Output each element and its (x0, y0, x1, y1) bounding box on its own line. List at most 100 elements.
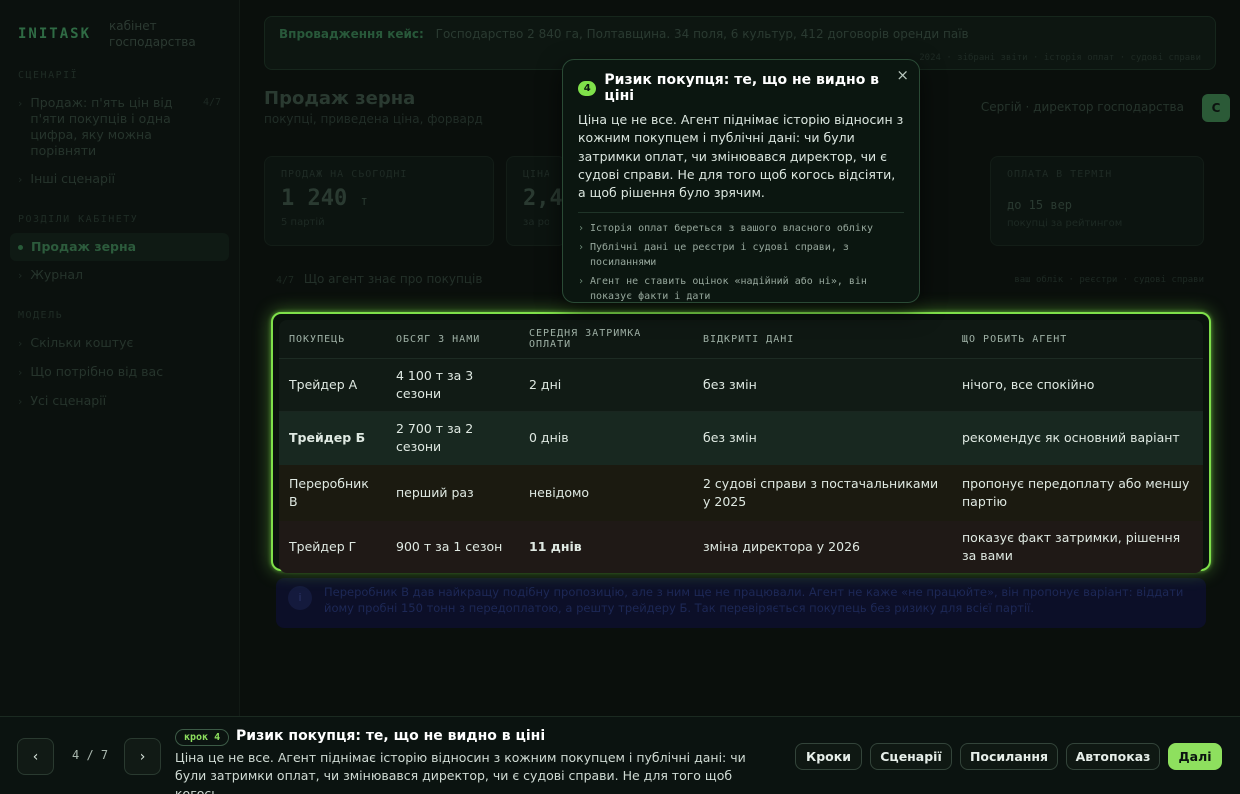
step-counter: 4 / 7 (72, 748, 109, 762)
chevron-right-icon: › (18, 97, 23, 110)
sidebar-item-sale-story[interactable]: › Продаж: п'ять цін від п'яти покупців і… (0, 89, 239, 165)
table-cell-agent-action: нічого, все спокійно (952, 358, 1203, 412)
logo: INITASK (18, 26, 92, 42)
brand-subtitle: кабінет господарства (109, 19, 196, 49)
autoplay-button[interactable]: Автопоказ (1066, 743, 1160, 770)
step-label-badge: крок 4 (175, 729, 230, 746)
step-title: Ризик покупця: те, що не видно в ціні (236, 728, 546, 744)
list-item: Публічні дані це реєстри і судові справи… (578, 240, 904, 270)
chevron-right-icon: › (18, 269, 23, 282)
sidebar: INITASK кабінет господарства СЦЕНАРІЇ › … (0, 0, 240, 716)
banner-text: Господарство 2 840 га, Полтавщина. 34 по… (435, 27, 969, 41)
table-cell-buyer: Трейдер А (279, 358, 386, 412)
table-cell-delay: 2 дні (519, 358, 693, 412)
next-step-arrow-button[interactable]: › (124, 738, 161, 775)
banner-label: Впровадження кейс: (279, 27, 424, 41)
sidebar-item-journal[interactable]: › Журнал (0, 261, 239, 290)
stat-value: 1 240 т (281, 186, 368, 211)
sidebar-item-all[interactable]: › Усі сценарії (0, 387, 239, 416)
page-subtitle: покупці, приведена ціна, форвард (264, 112, 483, 126)
sidebar-section-model: МОДЕЛЬ (18, 310, 64, 321)
table-cell-volume: 2 700 т за 2 сезони (386, 411, 519, 465)
table-cell-public-data: зміна директора у 2026 (693, 520, 952, 573)
banner-tags: 2024 · зібрані звіти · історія оплат · с… (919, 53, 1201, 63)
stat-note: 5 партій (281, 217, 325, 228)
tour-popover: 4 Ризик покупця: те, що не видно в ціні … (562, 59, 920, 303)
sidebar-section-cabinet: РОЗДІЛИ КАБІНЕТУ (18, 214, 139, 225)
chevron-right-icon: › (18, 395, 23, 408)
divider (578, 212, 904, 214)
avatar[interactable]: С (1202, 94, 1230, 122)
close-icon[interactable]: × (896, 66, 909, 84)
table-cell-buyer: Трейдер Б (279, 411, 386, 465)
stat-note: покупці за рейтингом (1007, 218, 1123, 229)
table-cell-agent-action: показує факт затримки, рішення за вами (952, 520, 1203, 573)
section-title: Що агент знає про покупців (303, 272, 483, 286)
links-button[interactable]: Посилання (960, 743, 1058, 770)
table-cell-agent-action: рекомендує як основний варіант (952, 411, 1203, 465)
stat-label: ПРОДАЖ НА СЬОГОДНІ (281, 169, 408, 180)
steps-button[interactable]: Кроки (795, 743, 862, 770)
sidebar-item-label: Скільки коштує (30, 335, 134, 350)
table-row[interactable]: Переробник В перший раз невідомо 2 судов… (279, 464, 1203, 521)
chevron-left-icon: ‹ (32, 748, 39, 765)
table-cell-delay: невідомо (519, 464, 693, 521)
sidebar-item-label: Продаж: п'ять цін від п'яти покупців і о… (30, 95, 173, 158)
sidebar-item-cost[interactable]: › Скільки коштує (0, 329, 239, 358)
info-icon: i (288, 586, 312, 610)
table-cell-buyer: Переробник В (279, 464, 386, 521)
chevron-right-icon: › (18, 337, 23, 350)
sidebar-item-needs[interactable]: › Що потрібно від вас (0, 358, 239, 387)
column-header: ВІДКРИТІ ДАНІ (693, 320, 952, 359)
sidebar-item-other[interactable]: › Інші сценарії (0, 165, 239, 194)
stat-card-payment: ОПЛАТА В ТЕРМІН до 15 вер покупці за рей… (990, 156, 1204, 246)
sidebar-item-label: Інші сценарії (30, 171, 115, 186)
stat-value: 2,4 (523, 186, 563, 211)
scenarios-button[interactable]: Сценарії (870, 743, 952, 770)
table-cell-volume: 4 100 т за 3 сезони (386, 358, 519, 412)
stat-card-price: ЦІНА 2,4 за розрахунком агента (506, 156, 566, 246)
table-row[interactable]: Трейдер А 4 100 т за 3 сезони 2 дні без … (279, 358, 1203, 412)
note-text: Переробник В дав найкращу подібну пропоз… (324, 585, 1184, 615)
chevron-right-icon: › (18, 173, 23, 186)
next-button[interactable]: Далі (1168, 743, 1222, 770)
list-item: Агент не ставить оцінок «надійний або ні… (578, 274, 904, 304)
prev-step-button[interactable]: ‹ (17, 738, 54, 775)
table-cell-buyer: Трейдер Г (279, 520, 386, 573)
column-header: СЕРЕДНЯ ЗАТРИМКА ОПЛАТИ (519, 320, 693, 359)
step-number-badge: 4 (578, 80, 597, 96)
table-cell-agent-action: пропонує передоплату або меншу партію (952, 464, 1203, 521)
column-header: ПОКУПЕЦЬ (279, 320, 386, 359)
stat-value: до 15 вер (1007, 198, 1073, 212)
table-header-row: ПОКУПЕЦЬ ОБСЯГ З НАМИ СЕРЕДНЯ ЗАТРИМКА О… (279, 320, 1203, 359)
page-title: Продаж зерна (264, 88, 416, 109)
sidebar-item-label: Продаж зерна (31, 239, 137, 254)
table-cell-volume: 900 т за 1 сезон (386, 520, 519, 573)
popover-title: Ризик покупця: те, що не видно в ціні (604, 72, 880, 104)
brand: INITASK кабінет господарства (0, 18, 239, 50)
table-cell-public-data: без змін (693, 411, 952, 465)
column-header: ЩО РОБИТЬ АГЕНТ (952, 320, 1203, 359)
list-item: Історія оплат береться з вашого власного… (578, 221, 904, 236)
table-cell-delay: 11 днів (519, 520, 693, 573)
tour-bottom-bar: ‹ 4 / 7 › крок 4 Ризик покупця: те, що н… (0, 716, 1240, 794)
table-cell-volume: перший раз (386, 464, 519, 521)
sidebar-item-count: 4/7 (202, 97, 221, 108)
sidebar-item-grain-sale[interactable]: Продаж зерна (10, 233, 229, 261)
active-dot-icon (18, 245, 23, 250)
stat-card-sales: ПРОДАЖ НА СЬОГОДНІ 1 240 т 5 партій (264, 156, 494, 246)
popover-text: Ціна це не все. Агент піднімає історію в… (578, 112, 904, 201)
sidebar-item-label: Що потрібно від вас (30, 364, 164, 379)
table-row[interactable]: Трейдер Г 900 т за 1 сезон 11 днів зміна… (279, 520, 1203, 573)
stat-label: ОПЛАТА В ТЕРМІН (1007, 169, 1113, 180)
user-name: Сергій · директор господарства (980, 100, 1184, 114)
stat-label: ЦІНА (523, 169, 549, 180)
sidebar-section-scenarios: СЦЕНАРІЇ (18, 70, 79, 81)
column-header: ОБСЯГ З НАМИ (386, 320, 519, 359)
sidebar-item-label: Журнал (30, 267, 84, 282)
section-sources: ваш облік · реєстри · судові справи (1014, 275, 1204, 285)
sidebar-item-label: Усі сценарії (30, 393, 107, 408)
section-number: 4/7 (276, 275, 295, 286)
table-row[interactable]: Трейдер Б 2 700 т за 2 сезони 0 днів без… (279, 411, 1203, 465)
popover-bullets: Історія оплат береться з вашого власного… (578, 221, 904, 304)
